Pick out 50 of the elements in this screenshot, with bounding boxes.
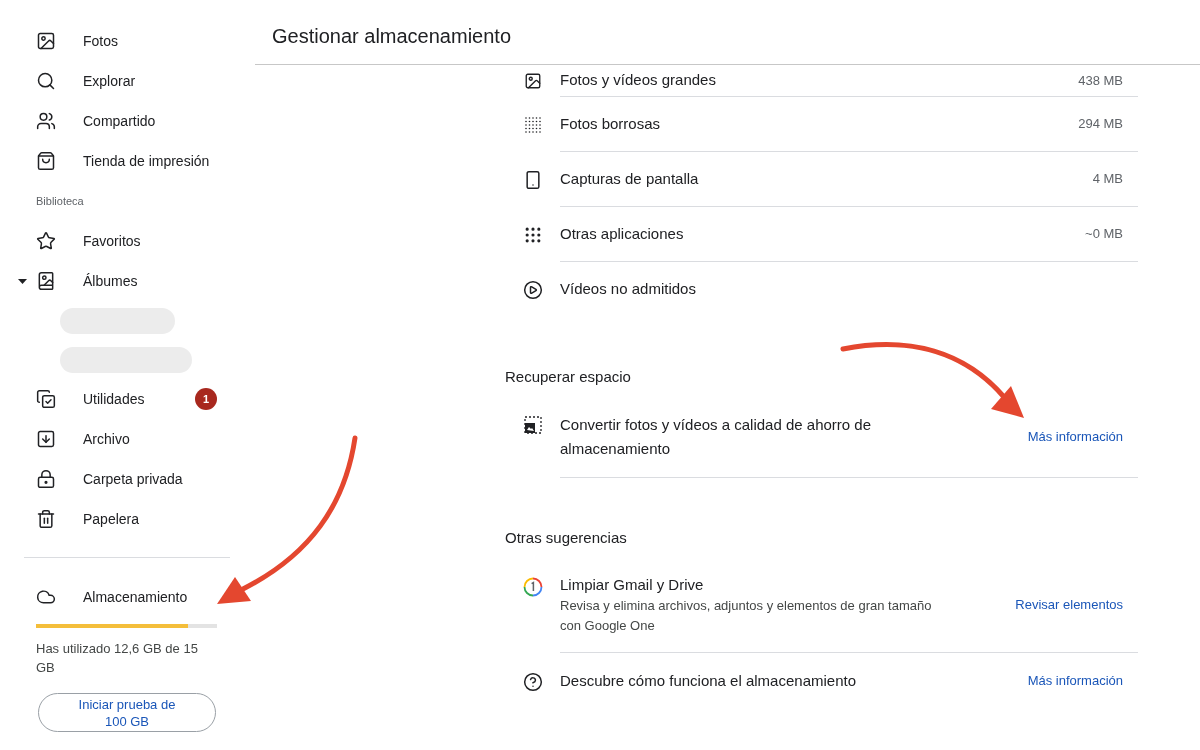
sidebar-item[interactable]: Tienda de impresión [36,143,226,179]
category-label: Fotos borrosas [560,113,661,134]
suggestion-title: Limpiar Gmail y Drive [560,575,705,595]
file-size: 438 MB [1078,71,1123,90]
suggestion-title: Descubre cómo funciona el almacenamiento [560,671,856,691]
category-label: Fotos y vídeos grandes [560,70,716,91]
sidebar-item[interactable]: Álbumes [36,263,154,299]
suggestion-description: Revisa y elimina archivos, adjuntos y elementos de gran tamaño con Google One [560,597,933,635]
sidebar-item[interactable]: Favoritos [36,223,157,259]
help-icon [522,672,543,692]
usage-text: Has utilizado 12,6 GB de 15 GB [36,640,199,677]
section-heading: Otras sugerencias [505,528,628,548]
action-link[interactable]: Revisar elementos [1015,595,1123,615]
category-label: Otras aplicaciones [560,223,684,244]
sidebar-item[interactable]: Archivo [36,421,146,457]
shopping-bag-icon [36,151,56,171]
section-heading: Recuperar espacio [505,367,632,387]
sidebar-item[interactable]: Utilidades [36,381,161,417]
sidebar-item[interactable]: Carpeta privada [36,461,199,497]
people-icon [36,111,56,131]
action-link[interactable]: Más información [1027,427,1123,447]
caret-icon[interactable] [18,278,27,284]
sidebar-item[interactable]: Papelera [36,501,156,537]
file-size: 294 MB [1078,115,1123,134]
notification-badge: 1 [195,388,217,410]
suggestion-title: Convertir fotos y vídeos a calidad de ahorro de almacenamiento [560,415,872,459]
cloud-icon [36,587,56,607]
dashed-image-icon [523,416,542,434]
category-label: Capturas de pantalla [560,168,699,189]
section-heading: Biblioteca [36,193,84,209]
play-circle-icon [522,279,543,300]
sidebar-item[interactable]: Compartido [36,103,172,139]
dotted-grid-icon [524,116,541,133]
category-label: Vídeos no admitidos [560,279,696,300]
page-title: Gestionar almacenamiento [272,24,511,49]
image-icon [523,72,542,90]
star-icon [36,231,56,251]
file-size: ~0 MB [1085,225,1123,244]
sidebar-item[interactable]: Almacenamiento [36,579,204,615]
multicolor-ring-icon [522,577,543,597]
album-icon [36,271,56,291]
search-icon [36,71,56,91]
action-link[interactable]: Más información [1027,671,1123,691]
sidebar-item[interactable]: Explorar [36,63,152,99]
file-size: 4 MB [1092,170,1123,189]
sidebar-item[interactable]: Fotos [36,23,134,59]
stacked-checkbox-icon [36,389,56,409]
image-icon [36,31,56,51]
lock-icon [36,469,56,489]
trash-icon [36,509,56,529]
